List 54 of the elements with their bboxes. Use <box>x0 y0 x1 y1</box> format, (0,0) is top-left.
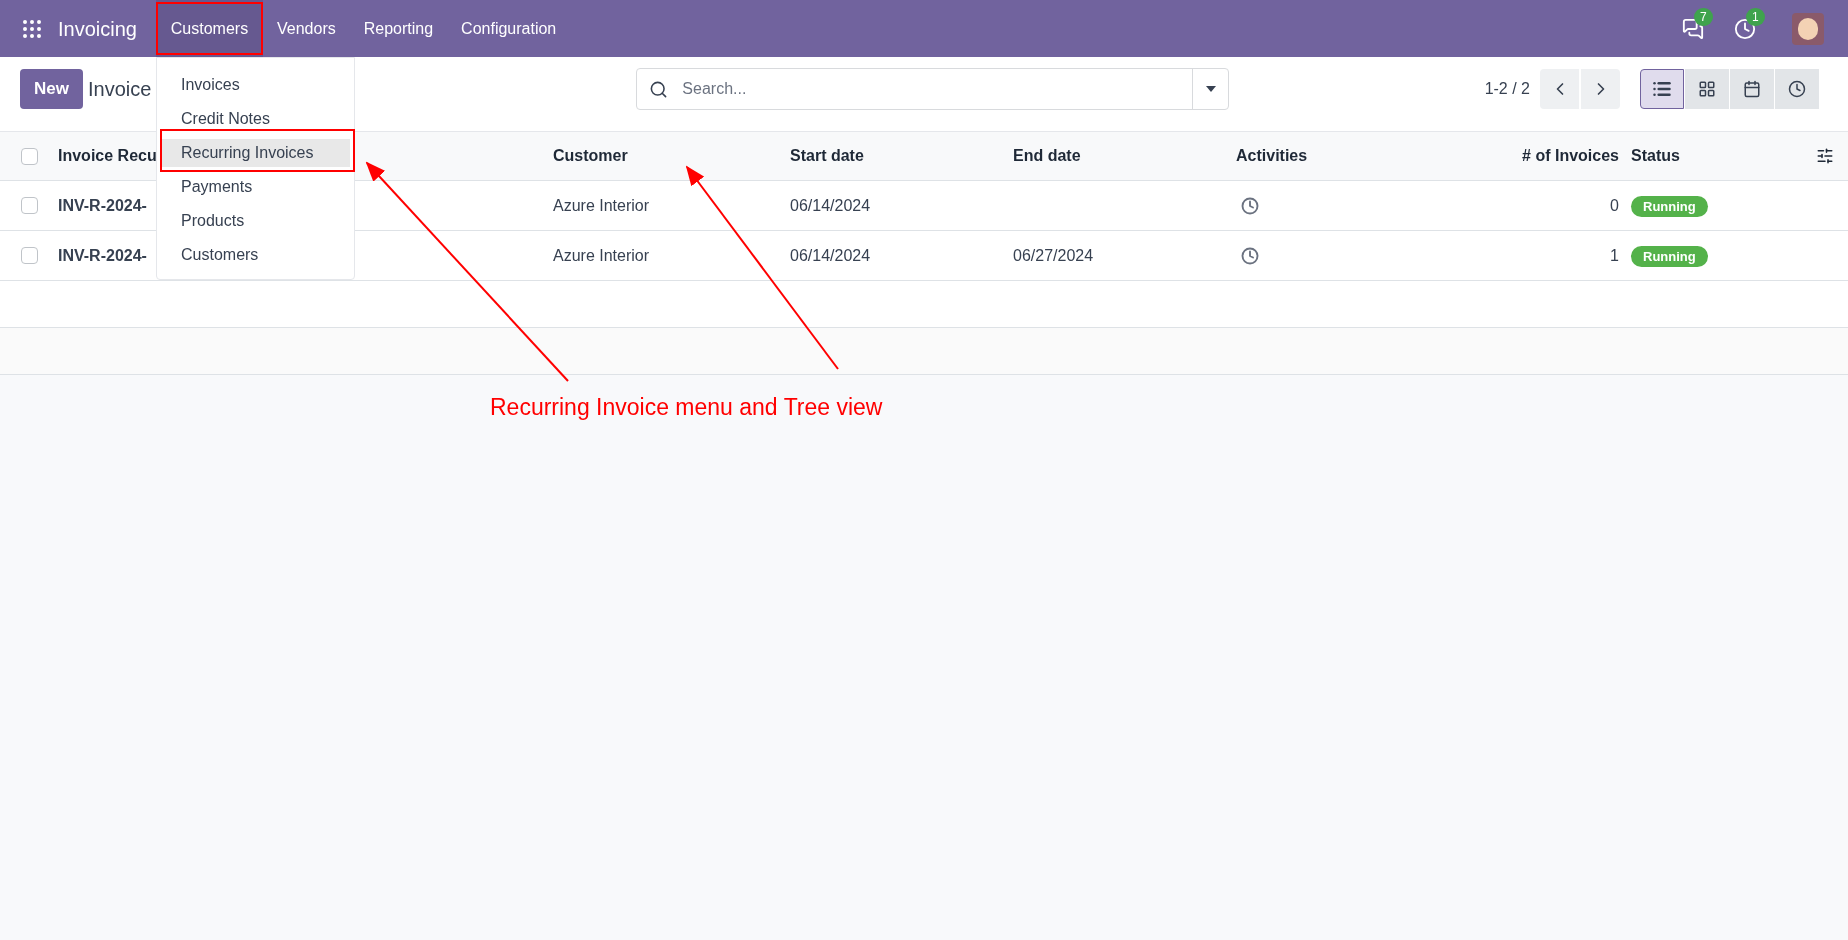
table-cell: 06/27/2024 <box>1013 246 1094 264</box>
optional-columns-icon[interactable] <box>1816 147 1834 165</box>
table-cell: Azure Interior <box>553 196 650 214</box>
column-header[interactable]: End date <box>1013 147 1081 164</box>
column-header[interactable]: Invoice Recu <box>58 147 157 164</box>
view-switch-button[interactable] <box>1685 69 1729 109</box>
annotation-text: Recurring Invoice menu and Tree view <box>490 393 883 422</box>
table-cell: 0 <box>1610 196 1619 214</box>
clock-icon <box>1788 80 1806 98</box>
search-input[interactable]: Search... <box>682 77 1193 101</box>
dropdown-item[interactable]: Recurring Invoices <box>161 139 350 167</box>
table-cell: INV-R-2024- <box>58 196 147 214</box>
activity-count-badge: 1 <box>1746 7 1765 26</box>
table-cell: 06/14/2024 <box>790 196 871 214</box>
user-avatar[interactable] <box>1792 12 1824 45</box>
search-icon <box>649 79 669 99</box>
calendar-icon <box>1743 80 1761 98</box>
view-switch-button[interactable] <box>1730 69 1774 109</box>
kanban-view-icon <box>1698 80 1716 98</box>
search-field[interactable]: Search... <box>636 68 1230 110</box>
nav-menu[interactable]: Vendors <box>263 0 350 57</box>
view-switch-button[interactable] <box>1775 69 1819 109</box>
column-header[interactable]: Start date <box>790 147 864 164</box>
list-view-icon <box>1652 79 1672 99</box>
table-cell: 1 <box>1610 246 1619 264</box>
dropdown-item[interactable]: Credit Notes <box>161 105 350 133</box>
row-checkbox[interactable] <box>20 247 38 264</box>
app-name[interactable]: Invoicing <box>58 17 137 40</box>
clock-icon[interactable] <box>1241 196 1259 215</box>
table-cell: 06/14/2024 <box>790 246 871 264</box>
select-all-checkbox[interactable] <box>20 147 38 165</box>
caret-icon <box>1205 86 1216 92</box>
new-button[interactable]: New <box>20 69 83 109</box>
nav-menu[interactable]: Customers <box>156 0 263 57</box>
table-cell: Azure Interior <box>553 246 650 264</box>
dropdown-item[interactable]: Customers <box>161 241 350 269</box>
pager-value: 1-2 / 2 <box>1484 79 1530 99</box>
dropdown-item[interactable]: Payments <box>161 173 350 201</box>
row-checkbox[interactable] <box>20 197 38 214</box>
breadcrumb: Invoice <box>87 77 152 102</box>
dropdown-item[interactable]: Invoices <box>161 71 350 99</box>
status-badge: Running <box>1631 195 1708 217</box>
dropdown-item[interactable]: Products <box>161 207 350 235</box>
view-switch-button[interactable] <box>1640 69 1684 109</box>
nav-menu[interactable]: Configuration <box>447 0 571 57</box>
column-header[interactable]: Customer <box>553 147 628 164</box>
nav-menu[interactable]: Reporting <box>349 0 448 57</box>
status-badge: Running <box>1631 245 1708 267</box>
column-header[interactable]: Status <box>1631 147 1680 164</box>
clock-icon[interactable] <box>1241 246 1259 265</box>
column-header[interactable]: # of Invoices <box>1522 147 1619 164</box>
column-header[interactable]: Activities <box>1236 147 1308 164</box>
message-count-badge: 7 <box>1694 7 1713 26</box>
table-cell: INV-R-2024- <box>58 246 147 264</box>
